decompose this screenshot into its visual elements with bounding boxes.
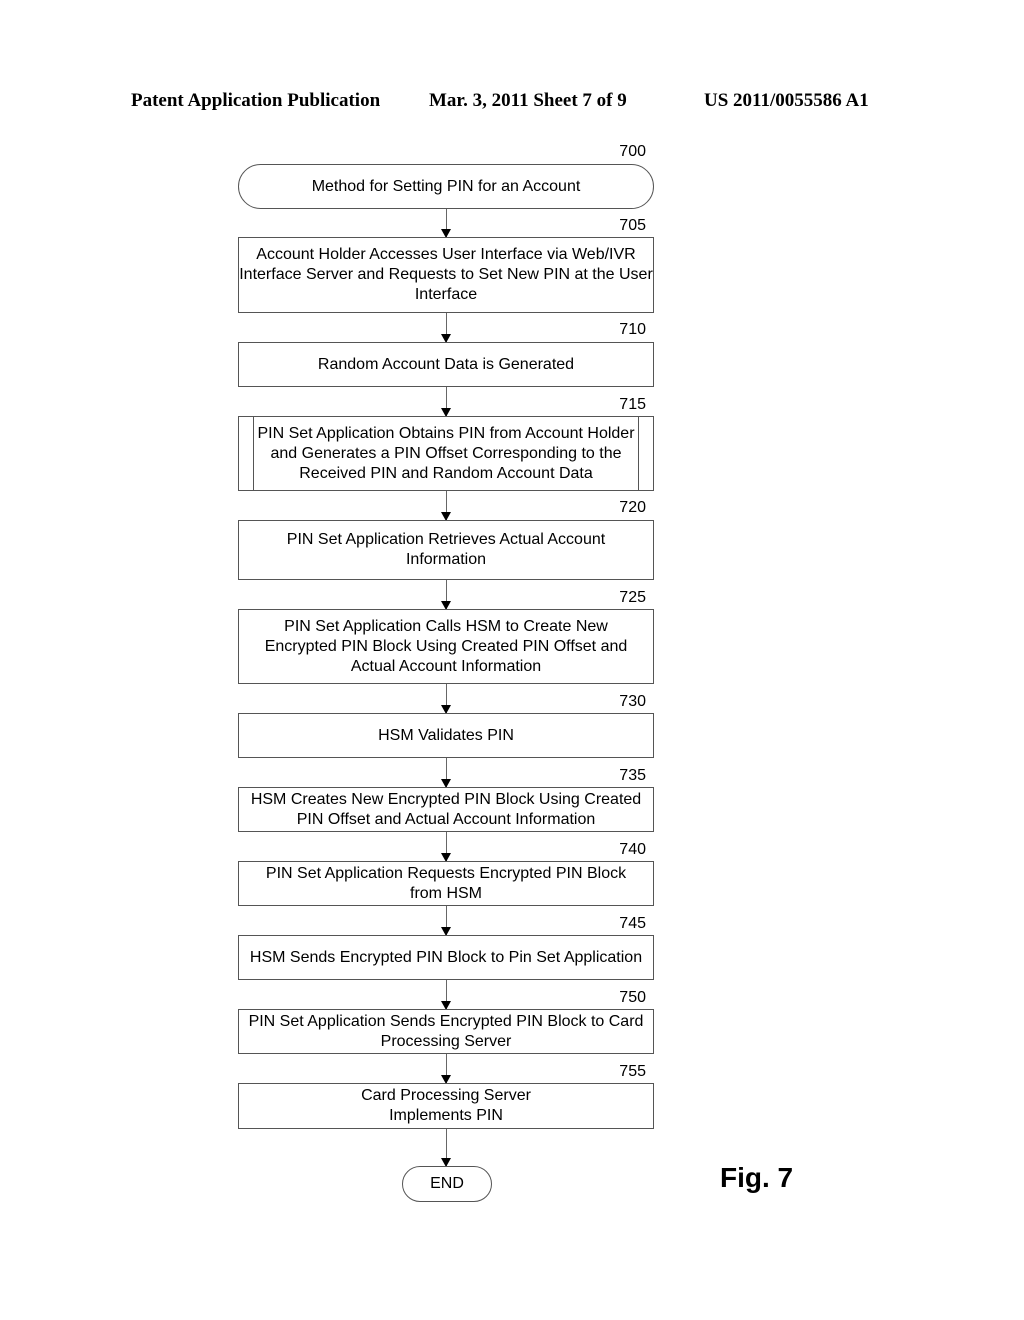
step-745: HSM Sends Encrypted PIN Block to Pin Set…: [238, 935, 654, 980]
figure-label: Fig. 7: [720, 1162, 794, 1193]
step-750: PIN Set Application Sends Encrypted PIN …: [238, 1009, 654, 1054]
header-patent-number: US 2011/0055586 A1: [704, 90, 869, 111]
step-725: PIN Set Application Calls HSM to Create …: [238, 609, 654, 684]
arrow: [441, 980, 451, 1010]
arrow: [441, 684, 451, 714]
ref-725: 725: [619, 589, 646, 606]
start-terminal: Method for Setting PIN for an Account: [238, 164, 654, 209]
step-740: PIN Set Application Requests Encrypted P…: [238, 861, 654, 906]
arrow: [441, 1054, 451, 1084]
ref-705: 705: [619, 217, 646, 234]
step-755: Card Processing Server Implements PIN: [238, 1083, 654, 1129]
arrow: [441, 906, 451, 936]
step-710: Random Account Data is Generated: [238, 342, 654, 387]
end-terminal: END: [402, 1166, 492, 1202]
ref-710: 710: [619, 321, 646, 338]
arrow: [441, 1129, 451, 1167]
arrow: [441, 758, 451, 788]
step-730: HSM Validates PIN: [238, 713, 654, 758]
ref-730: 730: [619, 693, 646, 710]
arrow: [441, 387, 451, 417]
header-publication-type: Patent Application Publication: [131, 90, 381, 111]
arrow: [441, 491, 451, 521]
ref-745: 745: [619, 915, 646, 932]
ref-750: 750: [619, 989, 646, 1006]
step-715-subprocess: PIN Set Application Obtains PIN from Acc…: [238, 416, 654, 491]
ref-715: 715: [619, 396, 646, 413]
ref-740: 740: [619, 841, 646, 858]
step-705: Account Holder Accesses User Interface v…: [238, 237, 654, 313]
arrow: [441, 580, 451, 610]
step-735: HSM Creates New Encrypted PIN Block Usin…: [238, 787, 654, 832]
step-720: PIN Set Application Retrieves Actual Acc…: [238, 520, 654, 580]
ref-720: 720: [619, 499, 646, 516]
ref-700: 700: [619, 143, 646, 160]
arrow: [441, 832, 451, 862]
header-date-sheet: Mar. 3, 2011 Sheet 7 of 9: [429, 90, 627, 111]
arrow: [441, 313, 451, 343]
ref-755: 755: [619, 1063, 646, 1080]
ref-735: 735: [619, 767, 646, 784]
arrow: [441, 209, 451, 238]
